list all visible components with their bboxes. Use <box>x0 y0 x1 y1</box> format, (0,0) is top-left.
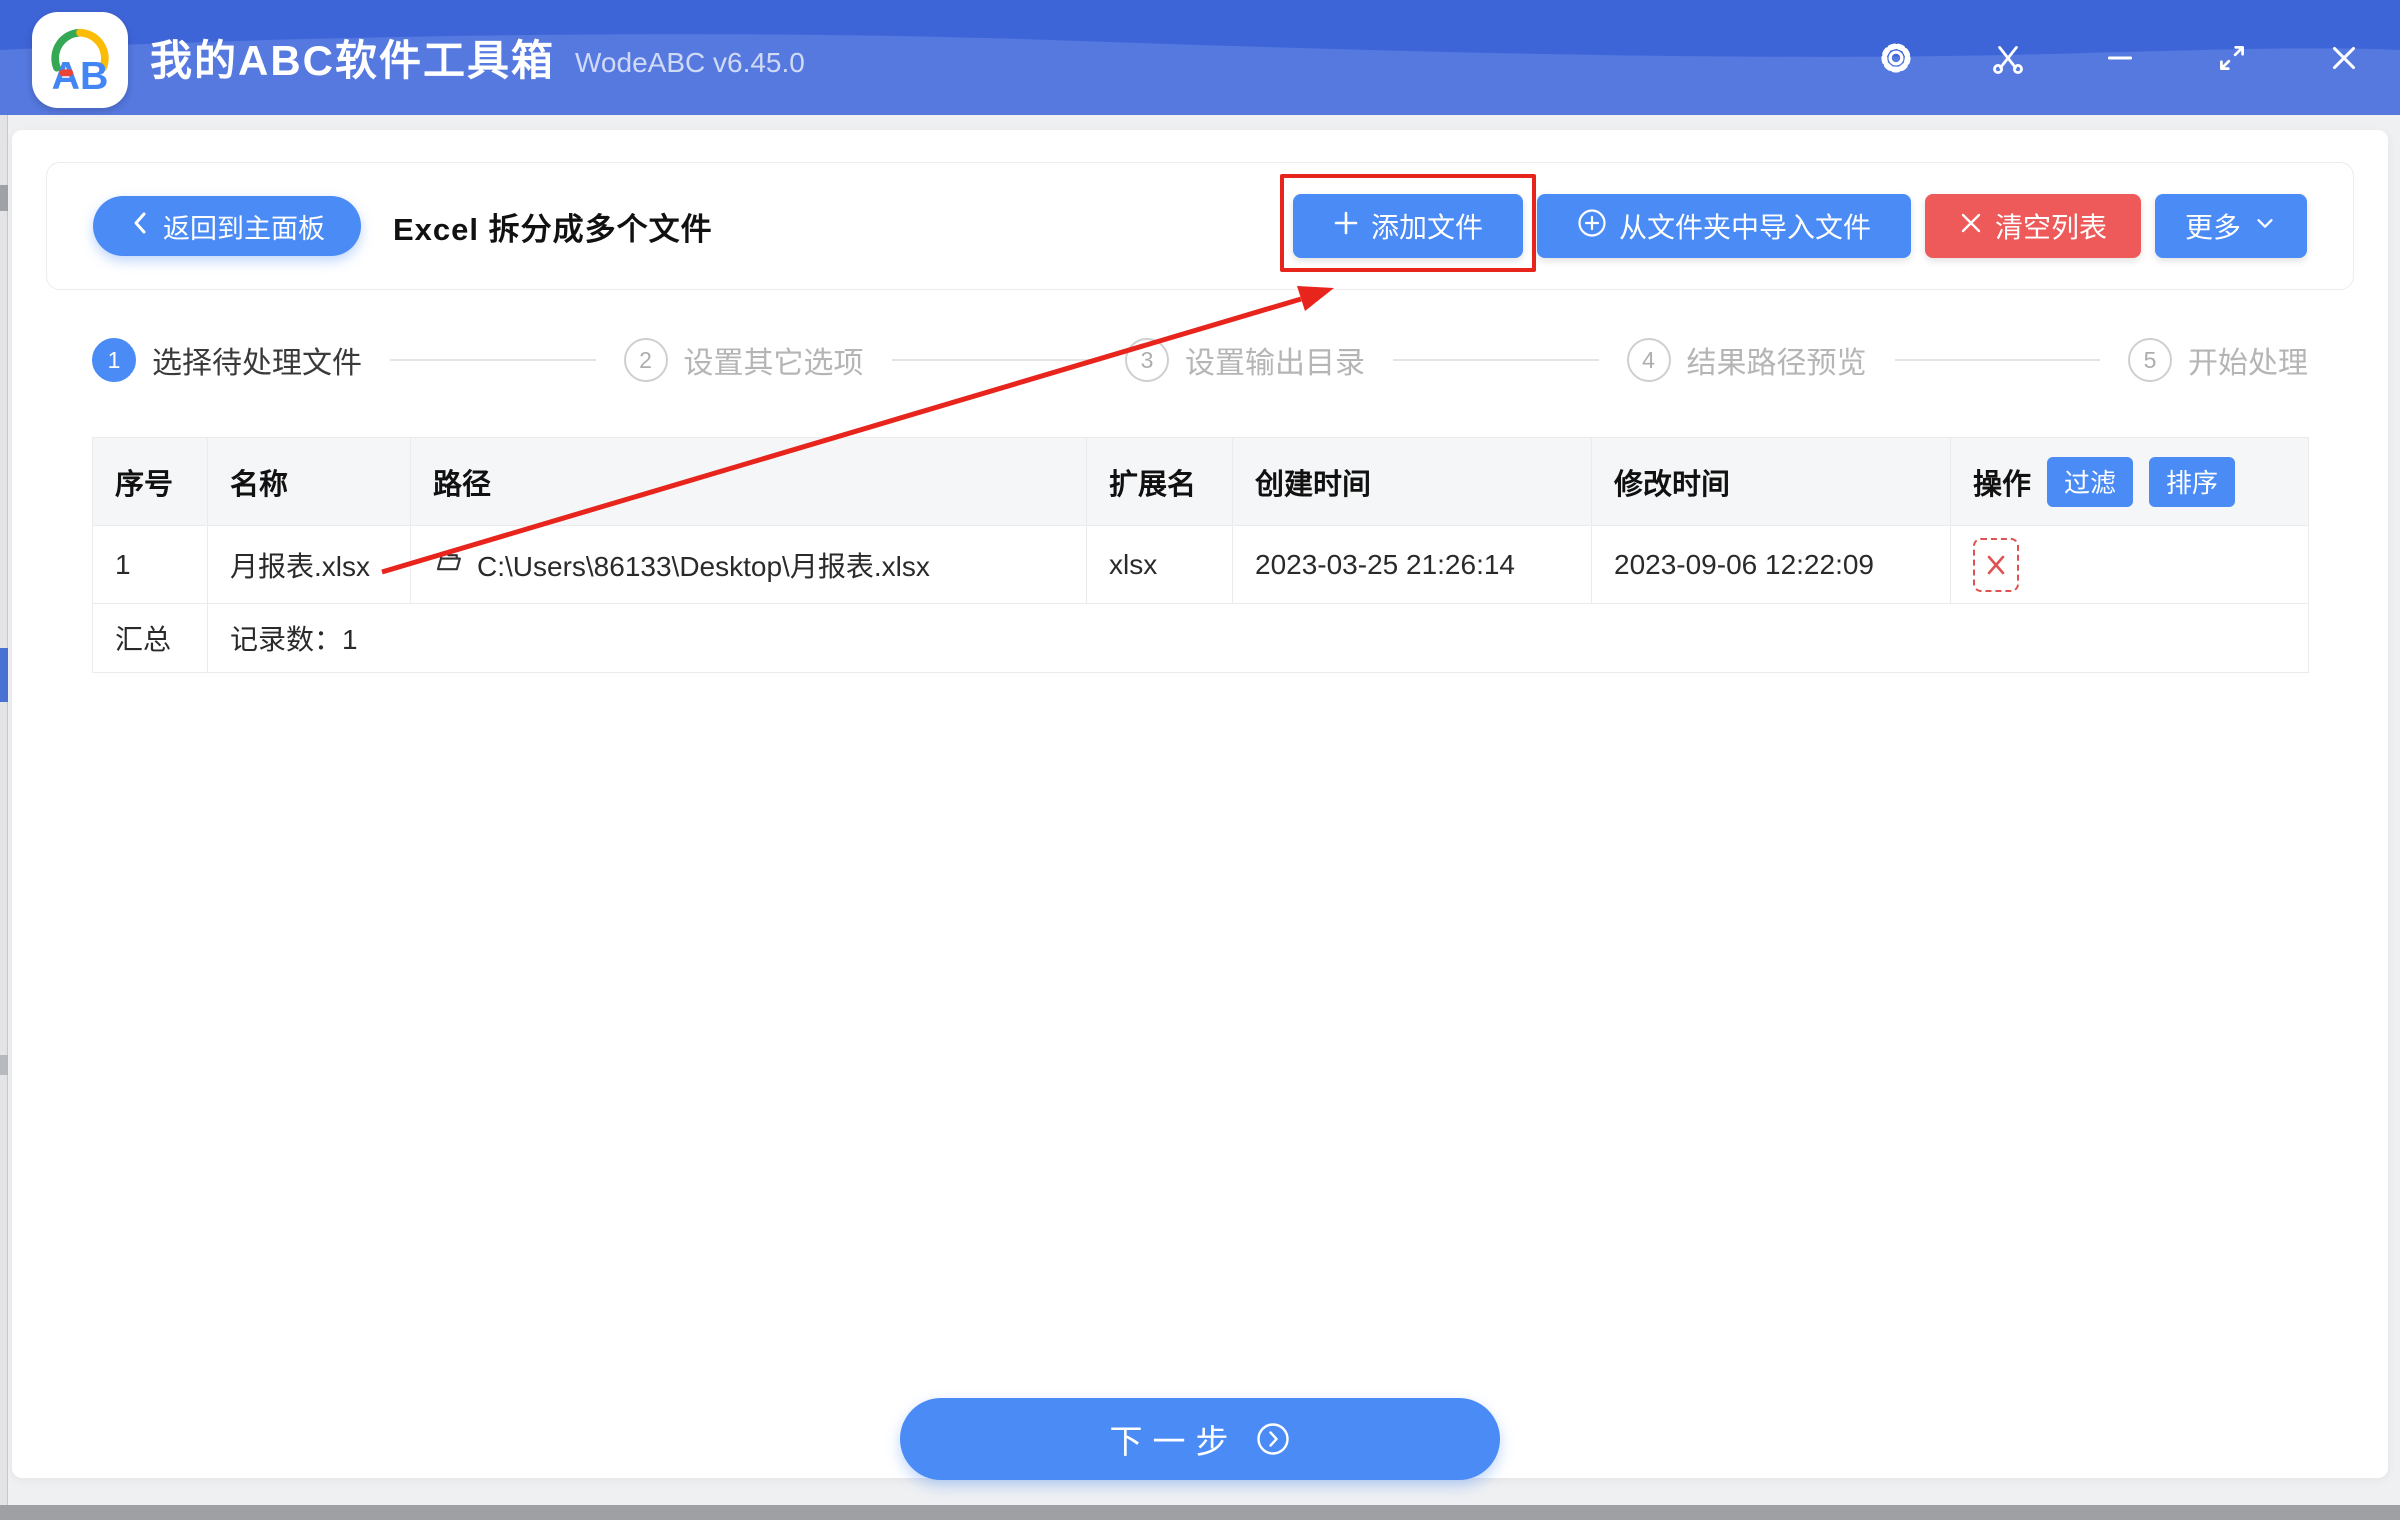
minimize-icon[interactable] <box>2102 40 2138 76</box>
plus-icon <box>1333 210 1359 243</box>
add-files-label: 添加文件 <box>1370 212 1483 243</box>
col-header-ops: 操作 过滤 排序 <box>1950 437 2309 526</box>
app-title: 我的ABC软件工具箱 <box>150 37 555 84</box>
step-1-circle: 1 <box>92 338 136 382</box>
cell-ops <box>1950 525 2309 604</box>
table-row: 1 月报表.xlsx C:\Users\86133\Desktop\月报表.xl… <box>92 525 2309 604</box>
cell-created: 2023-03-25 21:26:14 <box>1232 525 1592 604</box>
circle-arrow-right-icon <box>1255 1421 1291 1457</box>
background-window-sliver <box>0 115 8 1520</box>
step-2-other-options: 2 设置其它选项 <box>623 338 864 382</box>
import-from-folder-label: 从文件夹中导入文件 <box>1618 212 1871 243</box>
step-1-select-files: 1 选择待处理文件 <box>92 338 362 382</box>
close-icon[interactable] <box>2326 40 2362 76</box>
file-table: 序号 名称 路径 扩展名 创建时间 修改时间 操作 过滤 排序 1 月报表.xl… <box>92 437 2309 673</box>
table-summary-row: 汇总 记录数：1 <box>92 603 2309 673</box>
step-4-circle: 4 <box>1626 338 1671 382</box>
more-button[interactable]: 更多 <box>2154 194 2307 258</box>
clear-list-label: 清空列表 <box>1994 212 2107 243</box>
main-panel <box>12 130 2388 1478</box>
page-title: Excel 拆分成多个文件 <box>393 211 713 247</box>
back-to-main-button[interactable]: 返回到主面板 <box>93 196 361 256</box>
cell-ext: xlsx <box>1086 525 1233 604</box>
col-header-modified: 修改时间 <box>1591 437 1951 526</box>
step-3-circle: 3 <box>1125 338 1169 382</box>
folder-open-icon <box>433 546 463 583</box>
window-bottom-edge <box>0 1505 2400 1520</box>
col-header-created: 创建时间 <box>1232 437 1592 526</box>
toolbar-panel: 返回到主面板 Excel 拆分成多个文件 添加文件 从文件夹中导入文件 清空列表… <box>46 162 2354 290</box>
cell-modified: 2023-09-06 12:22:09 <box>1591 525 1951 604</box>
summary-label: 汇总 <box>92 603 208 673</box>
filter-button[interactable]: 过滤 <box>2047 456 2134 507</box>
col-header-name: 名称 <box>207 437 411 526</box>
scissors-icon[interactable] <box>1990 40 2026 76</box>
app-logo: AB <box>32 11 128 108</box>
step-5-circle: 5 <box>2128 338 2172 382</box>
cell-no: 1 <box>92 525 208 604</box>
col-header-path: 路径 <box>410 437 1087 526</box>
step-2-circle: 2 <box>623 338 668 382</box>
step-indicator: 1 选择待处理文件 2 设置其它选项 3 设置输出目录 4 结果路径预览 5 开… <box>92 336 2308 384</box>
add-files-button[interactable]: 添加文件 <box>1292 194 1523 258</box>
chevron-down-icon <box>2253 210 2277 242</box>
summary-value: 记录数：1 <box>207 603 2309 673</box>
back-chevron-icon <box>129 210 151 243</box>
back-button-label: 返回到主面板 <box>163 213 325 244</box>
maximize-icon[interactable] <box>2214 40 2250 76</box>
next-step-button[interactable]: 下一步 <box>900 1398 1500 1480</box>
circle-plus-icon <box>1577 208 1607 245</box>
logo-letters: AB <box>52 54 109 98</box>
app-version: WodeABC v6.45.0 <box>575 46 805 78</box>
x-icon <box>1959 210 1983 242</box>
next-step-label: 下一步 <box>1109 1423 1239 1460</box>
clear-list-button[interactable]: 清空列表 <box>1924 194 2141 258</box>
col-header-no: 序号 <box>92 437 208 526</box>
sort-button[interactable]: 排序 <box>2149 456 2236 507</box>
delete-row-button[interactable] <box>1973 537 2019 592</box>
step-5-start-processing: 5 开始处理 <box>2128 338 2308 382</box>
import-from-folder-button[interactable]: 从文件夹中导入文件 <box>1536 194 1911 258</box>
cell-name: 月报表.xlsx <box>207 525 411 604</box>
step-4-result-preview: 4 结果路径预览 <box>1626 338 1867 382</box>
titlebar: AB 我的ABC软件工具箱 WodeABC v6.45.0 <box>0 0 2400 115</box>
table-header-row: 序号 名称 路径 扩展名 创建时间 修改时间 操作 过滤 排序 <box>92 437 2309 526</box>
col-header-ext: 扩展名 <box>1086 437 1233 526</box>
step-3-output-dir: 3 设置输出目录 <box>1125 338 1365 382</box>
more-button-label: 更多 <box>2184 212 2241 243</box>
settings-icon[interactable] <box>1878 40 1914 76</box>
cell-path: C:\Users\86133\Desktop\月报表.xlsx <box>410 525 1087 604</box>
